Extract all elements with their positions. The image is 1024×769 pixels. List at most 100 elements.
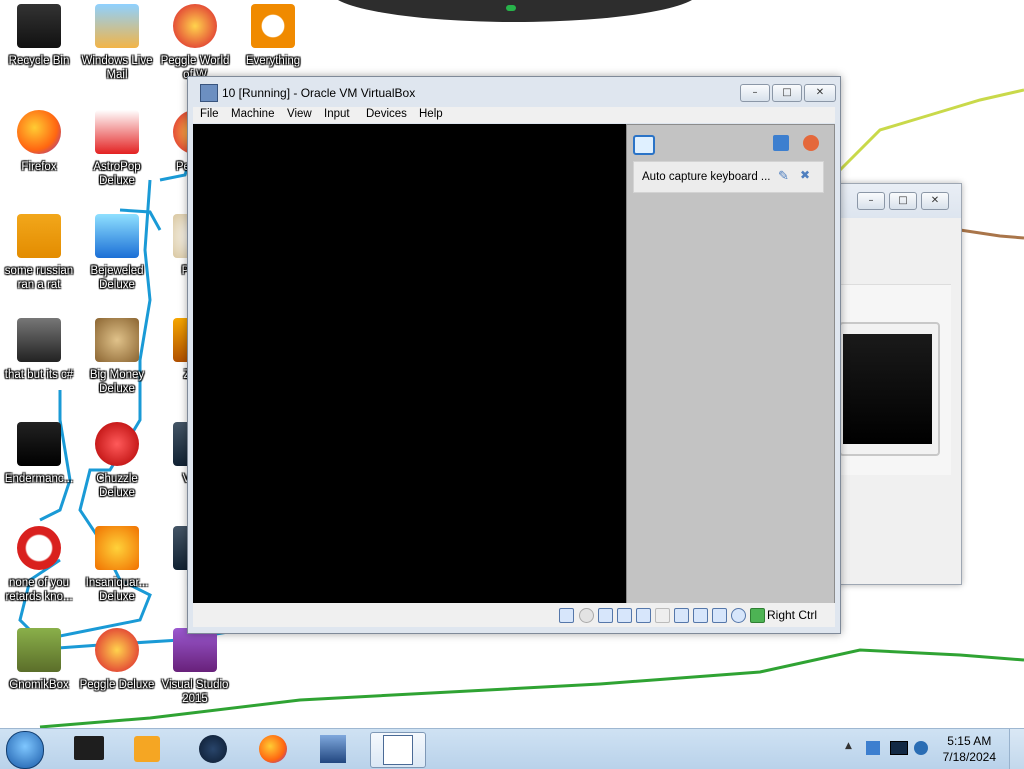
taskbar-vm-window[interactable] [370,732,426,768]
auto-capture-notice[interactable]: Auto capture keyboard ... ✎ ✖ [633,161,824,193]
desktop-icon-label: none of you retards kno... [5,577,73,603]
preview-screen [843,334,932,444]
desktop-icon-label: Bejeweled Deluxe [90,265,144,291]
menu-bar: File Machine View Input Devices Help [193,107,835,123]
tray-network-icon[interactable] [866,741,880,755]
hard-disk-icon[interactable] [559,608,574,623]
notification-center-icon[interactable] [773,135,789,151]
status-bar: Right Ctrl [193,603,835,627]
close-button[interactable]: ✕ [921,192,949,210]
peggle-icon [173,4,217,48]
audio-icon[interactable] [598,608,613,623]
desktop-icon-label: Chuzzle Deluxe [96,473,138,499]
tray-volume-icon[interactable] [914,741,928,755]
desktop-icon[interactable]: Big Money Deluxe [78,318,156,396]
virtualbox-window[interactable]: 10 [Running] - Oracle VM VirtualBox – □ … [187,76,841,634]
notice-text: Auto capture keyboard ... [642,171,771,183]
menu-input[interactable]: Input [324,108,350,120]
dismiss-icon[interactable]: ✖ [800,168,810,182]
firefox-icon [259,735,287,763]
start-orb-icon[interactable] [6,731,44,769]
desktop-icon[interactable]: Windows Live Mail [78,4,156,82]
minimize-button[interactable]: – [857,192,885,210]
recycle-bin-icon [17,4,61,48]
keyboard-capture-icon[interactable] [750,608,765,623]
vm-screen[interactable] [193,124,626,603]
maximize-button[interactable]: □ [889,192,917,210]
menu-file[interactable]: File [200,108,219,120]
terminal-icon [74,736,104,760]
desktop-icon[interactable]: Visual Studio 2015 [156,628,234,706]
desktop-icon-label: that but its c# [4,369,74,381]
usb-icon[interactable] [636,608,651,623]
desktop-icon-label: Windows Live Mail [81,55,153,81]
host-key-label: Right Ctrl [767,608,818,622]
desktop-icon-label: Visual Studio 2015 [161,679,229,705]
desktop-icon[interactable]: Recycle Bin [0,4,78,68]
desktop-icon[interactable]: Peggle World of W [156,4,234,82]
tray-display-icon[interactable] [890,741,908,755]
desktop-icon[interactable]: Peggle Deluxe [78,628,156,692]
desktop-icon[interactable]: Insaniquar... Deluxe [78,526,156,604]
taskbar-firefox[interactable] [246,732,300,766]
desktop-icon-label: Big Money Deluxe [89,369,145,395]
vbox-titlebar[interactable]: 10 [Running] - Oracle VM VirtualBox – □ … [194,77,840,107]
media-player-icon [134,736,160,762]
desktop-icon-label: AstroPop Deluxe [93,161,141,187]
recording-icon[interactable] [693,608,708,623]
window-title: 10 [Running] - Oracle VM VirtualBox [222,86,416,100]
mouse-integration-icon[interactable] [731,608,746,623]
clock-time: 5:15 AM [947,734,992,748]
desktop-icon-label: Firefox [21,161,57,173]
vbox-minimize-button[interactable]: – [740,84,770,102]
close-all-icon[interactable] [803,135,819,151]
desktop-icon[interactable]: Firefox [0,110,78,174]
menu-devices[interactable]: Devices [366,108,407,120]
firefox-icon [17,110,61,154]
desktop-icon[interactable]: Bejeweled Deluxe [78,214,156,292]
desktop-icon-label: some russian ran a rat [4,265,74,291]
preview-frame [839,322,940,456]
mail-icon [95,4,139,48]
background-window[interactable]: – □ ✕ [838,183,962,585]
menu-machine[interactable]: Machine [231,108,274,120]
taskbar-globe[interactable] [186,732,240,766]
virtualbox-icon [320,735,346,763]
taskbar-media-player[interactable] [120,732,174,766]
clock[interactable]: 5:15 AM 7/18/2024 [943,733,996,765]
globe-icon [199,735,227,763]
menu-view[interactable]: View [287,108,312,120]
console-icon [17,422,61,466]
desktop-icon[interactable]: none of you retards kno... [0,526,78,604]
fish-icon [95,526,139,570]
desktop-icon-label: Peggle Deluxe [79,679,155,691]
vbox-maximize-button[interactable]: □ [772,84,802,102]
cpu-icon[interactable] [712,608,727,623]
tray-expand-icon[interactable]: ▲ [845,741,852,751]
pin-icon[interactable]: ✎ [778,168,789,184]
clock-date: 7/18/2024 [942,750,996,764]
desktop-icon-label: Recycle Bin [8,55,70,67]
peggle-icon [95,628,139,672]
notification-panel: Auto capture keyboard ... ✎ ✖ [626,124,835,604]
show-desktop-button[interactable] [1009,729,1024,769]
desktop-icon[interactable]: some russian ran a rat [0,214,78,292]
optical-drive-icon[interactable] [579,608,594,623]
network-icon[interactable] [617,608,632,623]
message-icon[interactable] [633,135,655,155]
background-window-titlebar[interactable]: – □ ✕ [839,184,961,218]
desktop-icon[interactable]: Endermanc... [0,422,78,486]
desktop-icon[interactable]: that but its c# [0,318,78,382]
desktop-icon[interactable]: Chuzzle Deluxe [78,422,156,500]
vbox-close-button[interactable]: ✕ [804,84,836,102]
windows-stack-icon [17,318,61,362]
vbox-app-icon [200,84,218,102]
taskbar-terminal[interactable] [62,732,116,766]
desktop-icon[interactable]: GnomikBox [0,628,78,692]
menu-help[interactable]: Help [419,108,443,120]
taskbar-virtualbox[interactable] [306,732,360,766]
display-icon[interactable] [674,608,689,623]
desktop-icon[interactable]: Everything [234,4,312,68]
shared-folders-icon[interactable] [655,608,670,623]
desktop-icon[interactable]: AstroPop Deluxe [78,110,156,188]
